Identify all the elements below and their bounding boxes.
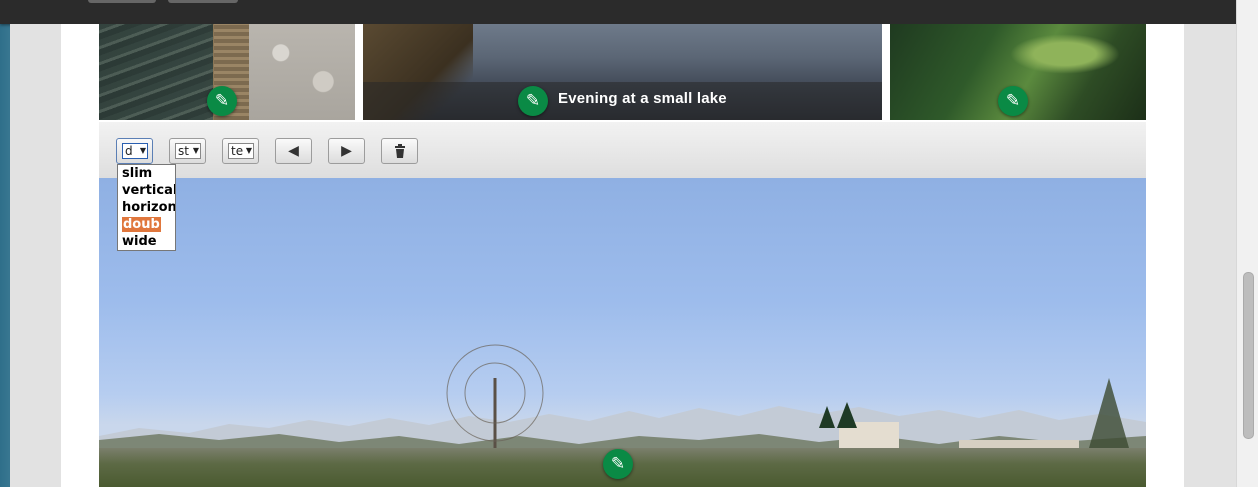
dropdown-option[interactable]: vertical — [118, 182, 175, 199]
photo-caption: Evening at a small lake — [558, 90, 727, 107]
pencil-icon[interactable]: ✎ — [998, 86, 1028, 116]
size-select-value: d — [125, 144, 133, 158]
pencil-icon[interactable]: ✎ — [518, 86, 548, 116]
top-bar-tab[interactable] — [88, 0, 156, 3]
photo-meadow-area — [1010, 34, 1120, 74]
size-select-button[interactable]: d ▼ — [116, 138, 153, 164]
move-right-button[interactable]: ▶ — [328, 138, 365, 164]
browser-top-bar — [0, 0, 1236, 24]
arrow-right-icon: ▶ — [341, 143, 352, 159]
arrow-left-icon: ◀ — [288, 143, 299, 159]
vertical-scrollbar[interactable] — [1236, 0, 1258, 487]
scrollbar-thumb[interactable] — [1243, 272, 1254, 439]
top-bar-tab[interactable] — [168, 0, 238, 3]
dropdown-arrow-icon: ▼ — [245, 146, 252, 155]
pencil-icon[interactable]: ✎ — [603, 449, 633, 479]
style-select-button[interactable]: st ▼ — [169, 138, 206, 164]
dropdown-arrow-icon: ▼ — [139, 146, 146, 155]
text-select[interactable]: te ▼ — [228, 143, 254, 159]
dropdown-option[interactable]: horizon — [118, 199, 175, 216]
move-left-button[interactable]: ◀ — [275, 138, 312, 164]
main-landscape-photo[interactable] — [99, 178, 1146, 487]
dropdown-option[interactable]: wide — [118, 233, 175, 250]
dropdown-option[interactable]: slim — [118, 165, 175, 182]
delete-button[interactable] — [381, 138, 418, 164]
style-select-value: st — [178, 144, 189, 158]
trash-icon — [382, 139, 417, 163]
dropdown-arrow-icon: ▼ — [192, 146, 199, 155]
photo-water-area — [99, 24, 213, 120]
pencil-icon[interactable]: ✎ — [207, 86, 237, 116]
text-select-value: te — [231, 144, 244, 158]
text-select-button[interactable]: te ▼ — [222, 138, 259, 164]
dropdown-option-highlighted[interactable]: doub — [118, 216, 175, 233]
style-select[interactable]: st ▼ — [175, 143, 201, 159]
size-select[interactable]: d ▼ — [122, 143, 148, 159]
photo-stone-area — [249, 24, 355, 120]
size-dropdown-list[interactable]: slim vertical horizon doub wide — [117, 164, 176, 251]
photo-trees-and-houses — [111, 344, 1129, 473]
